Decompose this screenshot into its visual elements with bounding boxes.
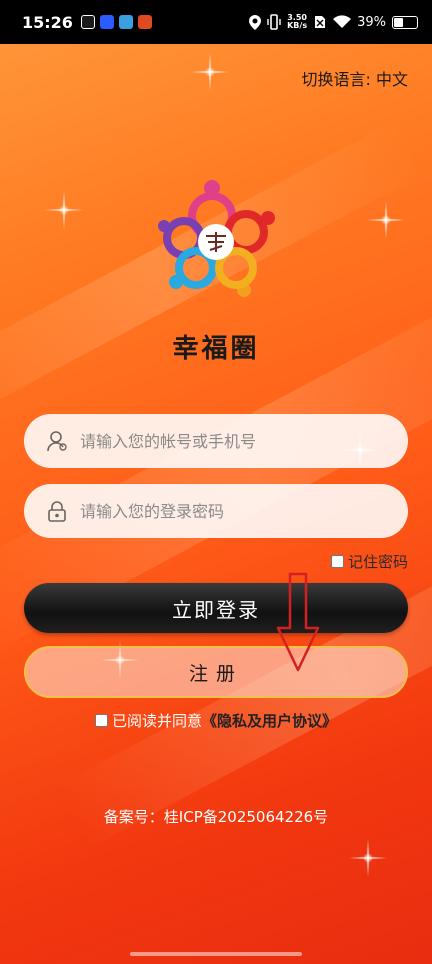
sparkle-decoration — [44, 190, 84, 230]
location-icon — [249, 14, 262, 30]
remember-password-label: 记住密码 — [347, 553, 408, 571]
language-switch[interactable]: 切换语言: 中文 — [302, 66, 408, 90]
agreement-checkbox[interactable] — [94, 714, 108, 727]
network-speed-unit: KB/s — [287, 21, 308, 30]
app-notification-icon — [137, 15, 152, 29]
battery-icon — [392, 15, 418, 29]
down-arrow-annotation — [276, 572, 320, 672]
privacy-agreement-link[interactable]: 《隐私及用户协议》 — [202, 710, 337, 731]
app-notification-icon — [99, 15, 114, 29]
battery-percent: 39% — [357, 14, 386, 30]
network-speed: 3.50 KB/s — [287, 14, 307, 30]
password-field[interactable] — [24, 484, 408, 538]
status-time: 15:26 — [22, 12, 73, 32]
app-title: 幸福圈 — [172, 334, 260, 364]
status-bar: 15:26 3.50 KB/s 39% — [0, 0, 432, 44]
vibrate-icon — [267, 14, 281, 30]
sparkle-decoration — [366, 200, 406, 240]
user-icon — [47, 431, 67, 452]
lock-icon — [48, 501, 66, 522]
register-button[interactable]: 注册 — [24, 646, 408, 698]
account-input[interactable] — [80, 431, 380, 451]
account-field[interactable] — [24, 414, 408, 468]
agreement-text: 已阅读并同意 — [111, 712, 202, 730]
agreement-row: 已阅读并同意 《隐私及用户协议》 — [0, 710, 432, 731]
app-logo — [158, 180, 275, 297]
no-sim-icon — [315, 16, 326, 28]
wifi-icon — [333, 15, 352, 28]
password-input[interactable] — [80, 501, 380, 521]
remember-password[interactable]: 记住密码 — [330, 551, 408, 572]
app-notification-icon — [118, 15, 133, 29]
app-notification-icon — [80, 15, 95, 29]
home-indicator[interactable] — [130, 952, 302, 956]
sparkle-decoration — [190, 52, 230, 92]
remember-password-checkbox[interactable] — [330, 555, 344, 568]
login-button[interactable]: 立即登录 — [24, 583, 408, 633]
icp-record: 备案号：桂ICP备2025064226号 — [103, 808, 329, 826]
sparkle-decoration — [348, 838, 388, 878]
